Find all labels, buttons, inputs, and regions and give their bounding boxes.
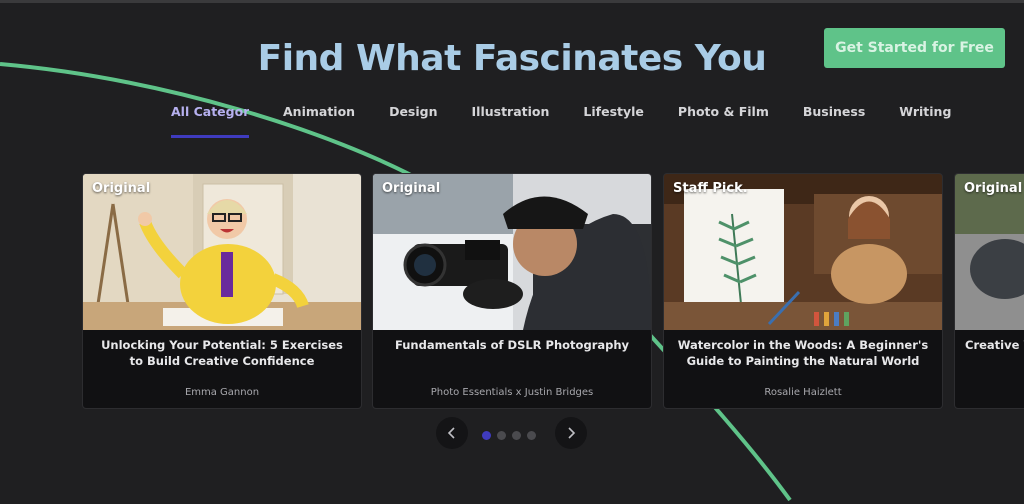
top-divider [0, 0, 1024, 3]
carousel-dot[interactable] [497, 431, 506, 440]
class-author[interactable]: Emma Gannon [83, 387, 361, 398]
carousel-dot[interactable] [482, 431, 491, 440]
class-thumbnail: Original [955, 174, 1024, 330]
class-carousel: Original Unlocking Your Potential: 5 Exe… [82, 173, 1024, 409]
class-title[interactable]: Unlocking Your Potential: 5 Exercises to… [93, 337, 351, 369]
chevron-right-icon [568, 427, 576, 439]
class-title[interactable]: Fundamentals of DSLR Photography [383, 337, 641, 353]
class-badge: Original [382, 181, 441, 196]
carousel-dot[interactable] [527, 431, 536, 440]
carousel-pagination [482, 431, 542, 440]
category-tabs: All Categories Animation Design Illustra… [171, 104, 985, 138]
carousel-prev-button[interactable] [436, 417, 468, 449]
tab-animation[interactable]: Animation [283, 104, 355, 138]
class-badge: Original [964, 181, 1023, 196]
class-title[interactable]: Creative Wr [965, 337, 1024, 353]
tab-illustration[interactable]: Illustration [472, 104, 550, 138]
tab-lifestyle[interactable]: Lifestyle [583, 104, 644, 138]
class-thumbnail: Original [83, 174, 361, 330]
class-thumbnail: Staff Pick. [664, 174, 942, 330]
class-card[interactable]: Original Fundamentals of DSLR Photograph… [372, 173, 652, 409]
class-card[interactable]: Staff Pick. Watercolor in the Woods: A B… [663, 173, 943, 409]
class-card[interactable]: Original Creative Wr [954, 173, 1024, 409]
class-badge: Staff Pick. [673, 181, 748, 196]
tab-business[interactable]: Business [803, 104, 865, 138]
tab-design[interactable]: Design [389, 104, 437, 138]
class-title[interactable]: Watercolor in the Woods: A Beginner's Gu… [674, 337, 932, 369]
class-thumbnail: Original [373, 174, 651, 330]
chevron-left-icon [447, 427, 455, 439]
tab-all-categories[interactable]: All Categories [171, 104, 249, 138]
class-author[interactable]: Rosalie Haizlett [664, 387, 942, 398]
class-author[interactable]: Photo Essentials x Justin Bridges [373, 387, 651, 398]
tab-writing[interactable]: Writing [899, 104, 951, 138]
class-card[interactable]: Original Unlocking Your Potential: 5 Exe… [82, 173, 362, 409]
class-badge: Original [92, 181, 151, 196]
get-started-button[interactable]: Get Started for Free [824, 28, 1005, 68]
carousel-next-button[interactable] [555, 417, 587, 449]
carousel-dot[interactable] [512, 431, 521, 440]
tab-photo-film[interactable]: Photo & Film [678, 104, 769, 138]
